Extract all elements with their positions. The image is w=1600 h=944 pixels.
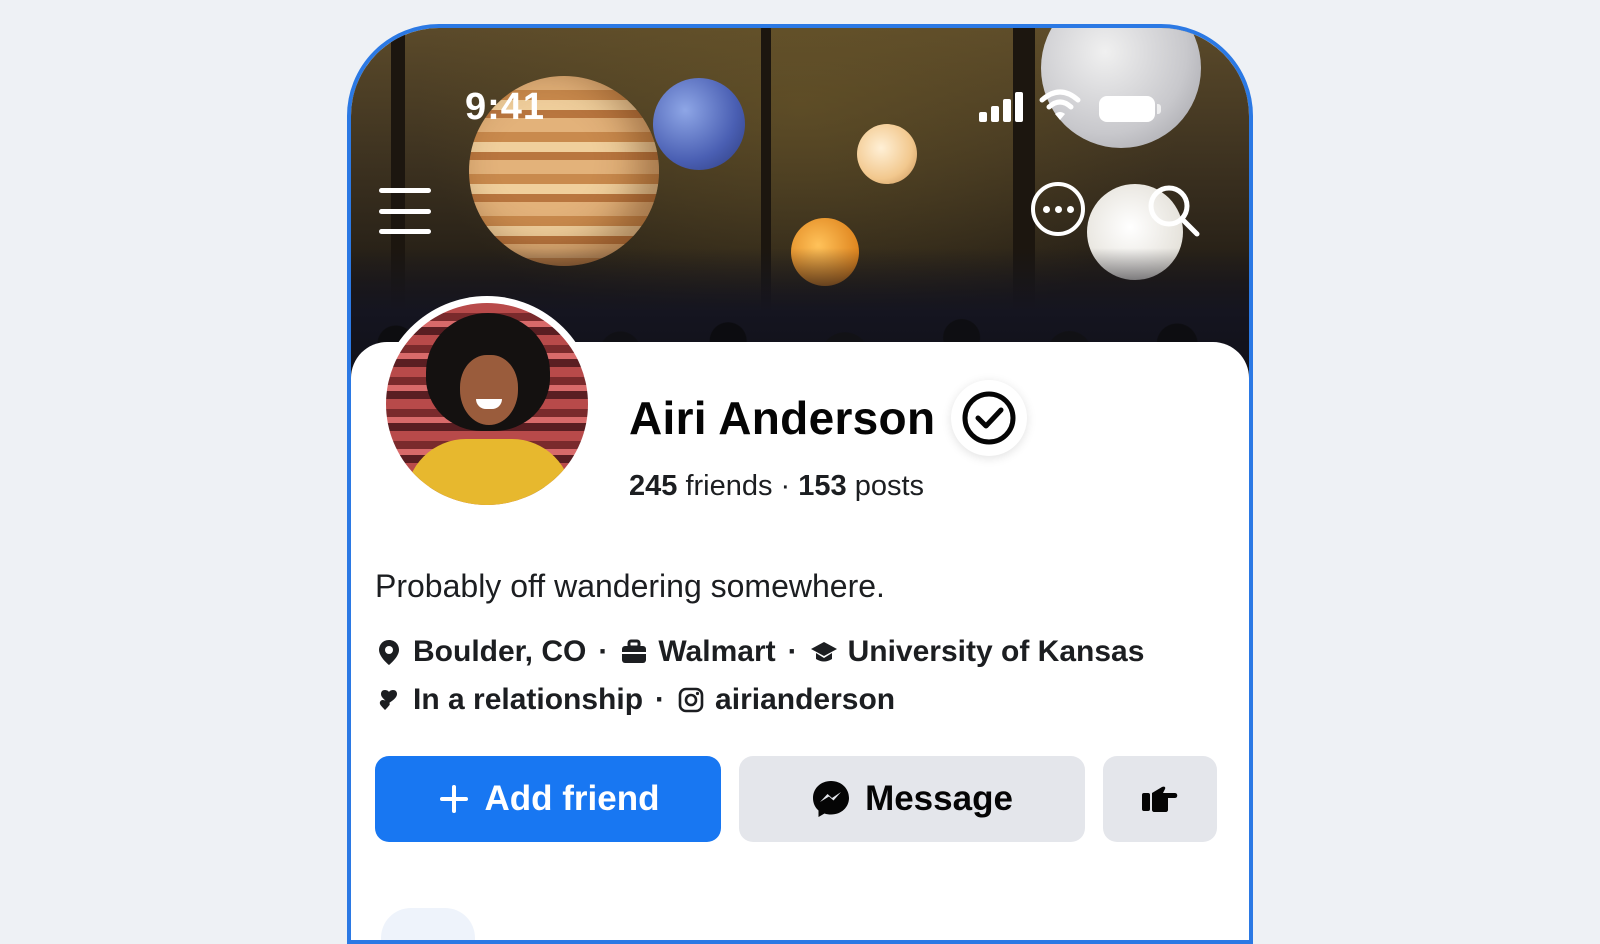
verified-check-icon[interactable] bbox=[951, 380, 1028, 456]
details-row-1: Boulder, CO · Walmart · University of Ka… bbox=[375, 628, 1215, 676]
separator-dot: · bbox=[787, 635, 798, 668]
wifi-icon bbox=[1039, 89, 1081, 120]
details-row-2: In a relationship · airianderson bbox=[375, 676, 1215, 724]
work-text: Walmart bbox=[658, 635, 776, 668]
graduation-cap-icon bbox=[810, 642, 837, 662]
profile-bio: Probably off wandering somewhere. bbox=[375, 568, 885, 604]
friends-label: friends · bbox=[677, 470, 799, 502]
separator-dot: · bbox=[598, 635, 609, 668]
education-text: University of Kansas bbox=[847, 635, 1145, 668]
phone-frame: 9:41 Airi Anderson 245 friends · 153 pos… bbox=[347, 24, 1253, 944]
message-label: Message bbox=[865, 779, 1013, 818]
plus-icon bbox=[439, 785, 468, 813]
location-text: Boulder, CO bbox=[413, 635, 587, 668]
posts-count[interactable]: 153 bbox=[798, 470, 846, 502]
detail-instagram[interactable]: airianderson bbox=[677, 683, 895, 717]
friends-count[interactable]: 245 bbox=[629, 470, 677, 502]
status-bar: 9:41 bbox=[351, 28, 1249, 148]
relationship-text: In a relationship bbox=[413, 683, 644, 716]
profile-details: Boulder, CO · Walmart · University of Ka… bbox=[375, 628, 1215, 724]
location-pin-icon bbox=[379, 640, 399, 665]
detail-location[interactable]: Boulder, CO bbox=[375, 635, 586, 669]
profile-avatar[interactable] bbox=[379, 296, 595, 512]
detail-relationship[interactable]: In a relationship bbox=[375, 683, 643, 717]
tab-chip[interactable] bbox=[381, 908, 475, 940]
instagram-handle: airianderson bbox=[715, 683, 896, 716]
separator-dot: · bbox=[655, 683, 666, 716]
detail-work[interactable]: Walmart bbox=[620, 635, 776, 669]
profile-name-row: Airi Anderson bbox=[629, 380, 1028, 456]
messenger-icon bbox=[813, 781, 850, 817]
cellular-signal-icon bbox=[979, 92, 1025, 122]
message-button[interactable]: Message bbox=[739, 756, 1085, 842]
instagram-icon bbox=[678, 687, 704, 713]
posts-label: posts bbox=[846, 470, 925, 502]
profile-name: Airi Anderson bbox=[629, 392, 936, 444]
add-friend-label: Add friend bbox=[484, 779, 660, 818]
hamburger-menu-icon[interactable] bbox=[379, 188, 431, 234]
pointing-hand-icon bbox=[1142, 786, 1178, 812]
hearts-icon bbox=[379, 690, 397, 710]
profile-actions: Add friend Message bbox=[375, 756, 1217, 842]
briefcase-icon bbox=[622, 639, 647, 663]
avatar bbox=[386, 303, 588, 505]
status-time: 9:41 bbox=[465, 86, 546, 128]
more-options-icon[interactable] bbox=[1031, 182, 1085, 236]
add-friend-button[interactable]: Add friend bbox=[375, 756, 721, 842]
profile-stats: 245 friends · 153 posts bbox=[629, 470, 924, 503]
detail-education[interactable]: University of Kansas bbox=[810, 635, 1145, 669]
poke-button[interactable] bbox=[1103, 756, 1217, 842]
battery-icon bbox=[1099, 96, 1161, 122]
search-icon[interactable] bbox=[1145, 182, 1203, 240]
